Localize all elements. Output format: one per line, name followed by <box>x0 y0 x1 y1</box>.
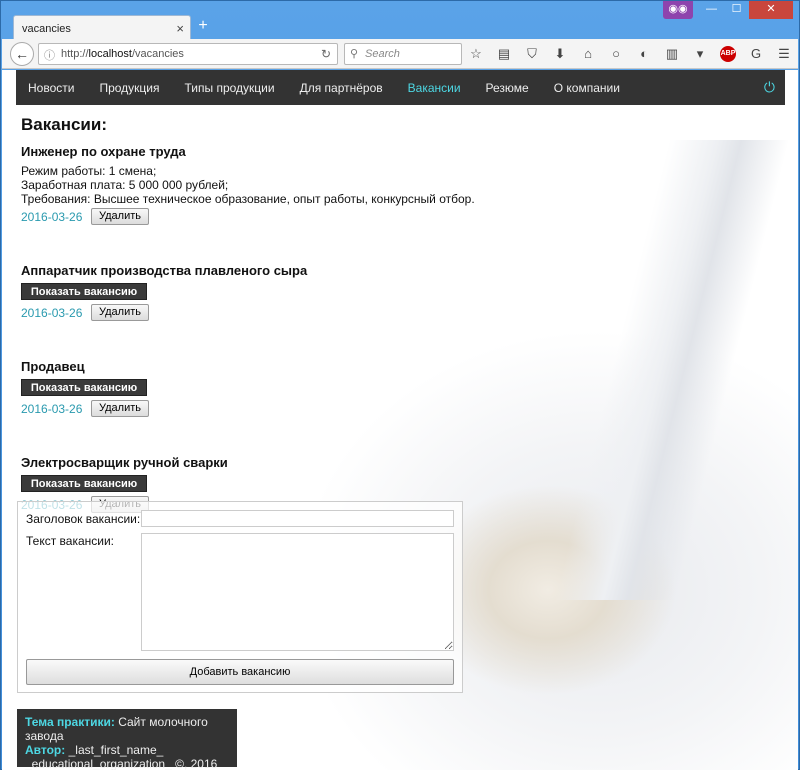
nav-item-vacancies[interactable]: Вакансии <box>408 81 461 95</box>
url-prefix: http:// <box>61 48 89 60</box>
vacancy-item: Продавец Показать вакансию 2016-03-26 Уд… <box>21 359 781 418</box>
show-vacancy-button[interactable]: Показать вакансию <box>21 379 147 396</box>
url-host: localhost <box>88 48 132 60</box>
toolbar-icons: ☆ ▤ ⛉ ⬇ ⌂ ○ ◐ ▥ ▾ ABP G ☰ <box>468 46 792 62</box>
show-vacancy-button[interactable]: Показать вакансию <box>21 283 147 300</box>
tab-close-icon[interactable]: × <box>176 21 184 36</box>
vacancy-date-link[interactable]: 2016-03-26 <box>21 402 91 416</box>
title-label: Заголовок вакансии: <box>26 512 141 526</box>
search-input[interactable]: ⚲ Search <box>344 43 462 65</box>
search-icon: ⚲ <box>350 48 359 60</box>
extension-icon[interactable]: ◐ <box>636 46 652 62</box>
page-viewport: Новости Продукция Типы продукции Для пар… <box>2 70 798 770</box>
download-icon[interactable]: ⬇ <box>552 46 568 62</box>
add-vacancy-form: Заголовок вакансии: Текст вакансии: Доба… <box>17 501 463 693</box>
new-tab-button[interactable]: + <box>195 17 211 35</box>
vacancy-title-input[interactable] <box>141 510 454 527</box>
star-icon[interactable]: ☆ <box>468 46 484 62</box>
show-vacancy-button[interactable]: Показать вакансию <box>21 475 147 492</box>
nav-item-partners[interactable]: Для партнёров <box>300 81 383 95</box>
chat-icon[interactable]: ○ <box>608 46 624 62</box>
minimize-button[interactable]: — <box>699 1 724 19</box>
search-placeholder: Search <box>365 48 400 60</box>
back-button[interactable]: ← <box>10 42 34 66</box>
tab-title: vacancies <box>22 23 71 35</box>
delete-button[interactable]: Удалить <box>91 208 149 225</box>
nav-item-product-types[interactable]: Типы продукции <box>185 81 275 95</box>
nav-item-news[interactable]: Новости <box>28 81 74 95</box>
nav-item-resume[interactable]: Резюме <box>486 81 529 95</box>
vacancy-date-link[interactable]: 2016-03-26 <box>21 306 91 320</box>
main-content: Вакансии: Инженер по охране труда Режим … <box>21 115 781 551</box>
vacancy-detail-line: Заработная плата: 5 000 000 рублей; <box>21 178 229 192</box>
footer-author-label: Автор: <box>25 743 66 757</box>
add-vacancy-button[interactable]: Добавить вакансию <box>26 659 454 685</box>
vacancy-item: Аппаратчик производства плавленого сыра … <box>21 263 781 322</box>
vacancy-date-link[interactable]: 2016-03-26 <box>21 210 91 224</box>
footer-author-value: _last_first_name_ <box>65 743 164 757</box>
reload-icon[interactable]: ↻ <box>321 47 331 61</box>
footer-topic-label: Тема практики: <box>25 715 115 729</box>
clipboard-icon[interactable]: ▥ <box>664 46 680 62</box>
browser-toolbar: ← ⓘ http://localhost/vacancies ↻ ⚲ Searc… <box>2 39 798 69</box>
pocket-icon[interactable]: ⛉ <box>524 46 540 62</box>
vacancy-title: Электросварщик ручной сварки <box>21 455 228 470</box>
footer-organization: _educational_organization_ ©, 2016 год <box>25 757 218 770</box>
site-footer: Тема практики: Сайт молочного завода Авт… <box>17 709 237 770</box>
close-window-button[interactable]: ✕ <box>749 1 793 19</box>
private-browsing-icon: ◉◉ <box>663 1 693 19</box>
maximize-button[interactable]: ☐ <box>724 1 749 19</box>
dropdown-icon[interactable]: ▾ <box>692 46 708 62</box>
tab-vacancies[interactable]: vacancies × <box>13 15 191 42</box>
nav-item-products[interactable]: Продукция <box>99 81 159 95</box>
info-icon[interactable]: ⓘ <box>44 47 55 63</box>
menu-icon[interactable]: ☰ <box>776 46 792 62</box>
vacancy-text-input[interactable] <box>141 533 454 651</box>
vacancy-title: Инженер по охране труда <box>21 144 186 159</box>
nav-item-about[interactable]: О компании <box>554 81 620 95</box>
logout-icon[interactable]: ⏻ <box>764 79 775 96</box>
url-bar[interactable]: ⓘ http://localhost/vacancies ↻ <box>38 43 338 65</box>
home-icon[interactable]: ⌂ <box>580 46 596 62</box>
window-controls: ◉◉ — ☐ ✕ <box>663 1 793 19</box>
vacancy-detail-line: Требования: Высшее техническое образован… <box>21 192 475 206</box>
delete-button[interactable]: Удалить <box>91 400 149 417</box>
translate-icon[interactable]: G <box>748 46 764 62</box>
site-navigation: Новости Продукция Типы продукции Для пар… <box>16 70 785 105</box>
reading-list-icon[interactable]: ▤ <box>496 46 512 62</box>
vacancy-detail-line: Режим работы: 1 смена; <box>21 164 157 178</box>
browser-window: vacancies × + ◉◉ — ☐ ✕ ← ⓘ http://localh… <box>0 0 800 770</box>
back-arrow-icon: ← <box>15 46 29 62</box>
delete-button[interactable]: Удалить <box>91 304 149 321</box>
vacancy-title: Аппаратчик производства плавленого сыра <box>21 263 308 278</box>
vacancy-item: Инженер по охране труда Режим работы: 1 … <box>21 144 781 226</box>
adblock-icon[interactable]: ABP <box>720 46 736 62</box>
text-label: Текст вакансии: <box>26 534 115 548</box>
url-path: /vacancies <box>131 48 184 60</box>
vacancy-title: Продавец <box>21 359 85 374</box>
page-title: Вакансии: <box>21 115 107 134</box>
